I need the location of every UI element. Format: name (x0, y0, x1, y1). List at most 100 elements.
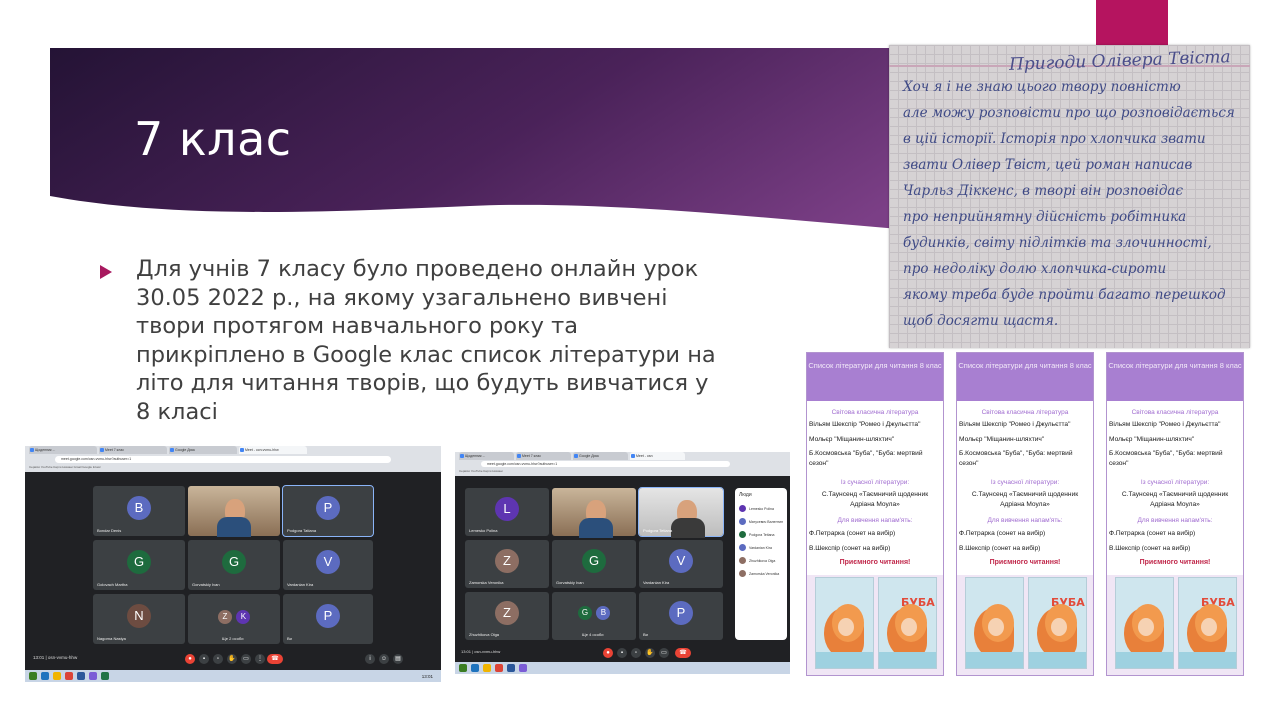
hand-icon[interactable]: ✋ (645, 648, 655, 658)
participant-tile-group[interactable]: G B Ще 4 особи (552, 592, 636, 640)
browser-tab[interactable]: Meet 7 клас (99, 446, 167, 454)
bookmarks-bar[interactable]: Сервіси YouTube Карти Новини (459, 469, 786, 474)
participant-name: Gorvatskiy Ivan (192, 582, 220, 587)
camera-icon[interactable]: ▪ (199, 654, 209, 664)
avatar: Z (495, 601, 519, 626)
folder-icon[interactable] (53, 672, 61, 680)
address-bar[interactable]: meet.google.com/osn-vvmu-hhw?authuser=1 (481, 461, 730, 467)
people-row[interactable]: Podgora Tetiana (735, 528, 787, 541)
mic-off-icon[interactable]: ● (603, 648, 613, 658)
end-call-button[interactable]: ☎ (675, 648, 691, 658)
participant-tile[interactable]: G Golovach Martha (93, 540, 185, 590)
people-row[interactable]: Zhuzhikova Olga (735, 554, 787, 567)
participant-tile[interactable]: V Vardanian Kira (283, 540, 373, 590)
viber-icon[interactable] (89, 672, 97, 680)
word-icon[interactable] (77, 672, 85, 680)
book-item: Вільям Шекспір "Ромео і Джульєтта" (959, 421, 1071, 428)
browser-tab[interactable]: Щоденник ... (459, 452, 514, 460)
participant-name: Vardanian Kira (287, 582, 314, 587)
excel-icon[interactable] (101, 672, 109, 680)
notebook-title: Пригоди Олівера Твіста (1008, 47, 1231, 75)
book-item: Б.Космовська "Буба", "Буба: мертвий сезо… (809, 450, 923, 467)
start-icon[interactable] (29, 672, 37, 680)
participant-tile-self[interactable]: P Ви (639, 592, 723, 640)
people-row[interactable]: Zamorska Veronika (735, 567, 787, 580)
start-icon[interactable] (459, 664, 467, 672)
avatar: P (669, 601, 693, 626)
notebook-line: будинків, світу підлітків та злочинності… (903, 235, 1212, 251)
participant-tile-camera[interactable]: Podgora Tetiana (638, 487, 724, 538)
participant-tile-camera[interactable] (188, 486, 280, 537)
participant-name: Bondar Denis (97, 528, 122, 533)
browser-tab-active[interactable]: Мeet - osn (630, 452, 685, 460)
camera-feed (188, 486, 280, 537)
people-icon[interactable]: ☺ (379, 654, 389, 664)
participant-tile-camera[interactable] (552, 488, 636, 538)
participant-name: Gorvatskiy Ivan (556, 580, 584, 585)
book-item: Мольєр "Міщанин-шляхтич" (959, 436, 1045, 443)
book-item: Мольєр "Міщанин-шляхтич" (809, 436, 895, 443)
section-heading: Для вивчення напам'ять: (837, 517, 913, 524)
viber-icon[interactable] (519, 664, 527, 672)
book-item: С.Таунсенд «Таємничий щоденник Адріана М… (1121, 491, 1229, 508)
more-icon[interactable]: ⋮ (255, 654, 265, 664)
book-cover (815, 577, 874, 669)
folder-icon[interactable] (483, 664, 491, 672)
section-heading: Із сучасної літератури: (990, 479, 1060, 486)
participant-name: Zamorska Veronika (469, 580, 504, 585)
browser-tab[interactable]: Meet 7 клас (516, 452, 571, 460)
participant-tile[interactable]: N Nagorna Nastya (93, 594, 185, 644)
word-icon[interactable] (507, 664, 515, 672)
address-bar[interactable]: meet.google.com/osn-vvmu-hhw?authuser=1 (55, 456, 391, 463)
reading-list-header: Список літератури для читання 8 клас (1107, 353, 1243, 401)
participant-tile[interactable]: Z Zamorska Veronika (465, 540, 549, 588)
info-icon[interactable]: i (365, 654, 375, 664)
participant-tile[interactable]: G Gorvatskiy Ivan (188, 540, 280, 590)
captions-icon[interactable]: ▫ (213, 654, 223, 664)
participant-tile[interactable]: B Bondar Denis (93, 486, 185, 536)
avatar: Z (495, 549, 519, 574)
meeting-code: 13:01 | osn-vvmu-hhw (461, 649, 501, 654)
notebook-line: про неприйнятну дійсність робітника (903, 209, 1187, 225)
people-row[interactable]: Vardanian Kira (735, 541, 787, 554)
browser-tab[interactable]: Google Диск (573, 452, 628, 460)
participant-tile[interactable]: P Podgora Tatiana (282, 485, 374, 537)
browser-tab[interactable]: Google Диск (169, 446, 237, 454)
participant-tile[interactable]: Z Zhuzhikova Olga (465, 592, 549, 640)
browser-tab-active[interactable]: Мeet - осн-vvmu-hhw (239, 446, 307, 454)
chrome-icon[interactable] (495, 664, 503, 672)
present-icon[interactable]: ▭ (659, 648, 669, 658)
book-item: В.Шекспір (сонет на вибір) (959, 545, 1041, 552)
avatar: V (669, 549, 693, 574)
participant-tile-self[interactable]: P Ви (283, 594, 373, 644)
book-covers: БУБА (965, 577, 1087, 669)
ie-icon[interactable] (471, 664, 479, 672)
accent-block (1096, 0, 1168, 48)
reading-wish: Приємного читання! (1139, 559, 1211, 566)
camera-icon[interactable]: ▪ (617, 648, 627, 658)
hand-icon[interactable]: ✋ (227, 654, 237, 664)
chrome-icon[interactable] (65, 672, 73, 680)
slide-title: 7 клас (134, 112, 292, 166)
chat-icon[interactable]: ▤ (393, 654, 403, 664)
participant-tile-group[interactable]: Z K Ще 2 особи (188, 594, 280, 644)
avatar: L (495, 497, 519, 522)
participant-tile[interactable]: V Vardanian Kira (639, 540, 723, 588)
present-icon[interactable]: ▭ (241, 654, 251, 664)
people-row[interactable]: Mатусевич Валентин (735, 515, 787, 528)
people-row[interactable]: Lemesko Polina (735, 502, 787, 515)
participant-tile[interactable]: G Gorvatskiy Ivan (552, 540, 636, 588)
bullet-list: Для учнів 7 класу було проведено онлайн … (100, 255, 720, 426)
avatar: P (316, 604, 340, 628)
book-item: Ф.Петрарка (сонет на вибір) (809, 530, 896, 537)
bookmarks-bar[interactable]: Сервіси YouTube Карти Новини Gmail Googl… (29, 465, 437, 470)
browser-tab[interactable]: Щоденник ... (29, 446, 97, 454)
section-heading: Світова класична література (1131, 409, 1219, 416)
ie-icon[interactable] (41, 672, 49, 680)
captions-icon[interactable]: ▫ (631, 648, 641, 658)
mic-off-icon[interactable]: ● (185, 654, 195, 664)
end-call-button[interactable]: ☎ (267, 654, 283, 664)
notebook-line: Чарльз Діккенс, в творі він розповідає (903, 183, 1184, 199)
participant-tile[interactable]: L Lemesko Polina (465, 488, 549, 536)
person-name: Lemesko Polina (749, 506, 774, 511)
